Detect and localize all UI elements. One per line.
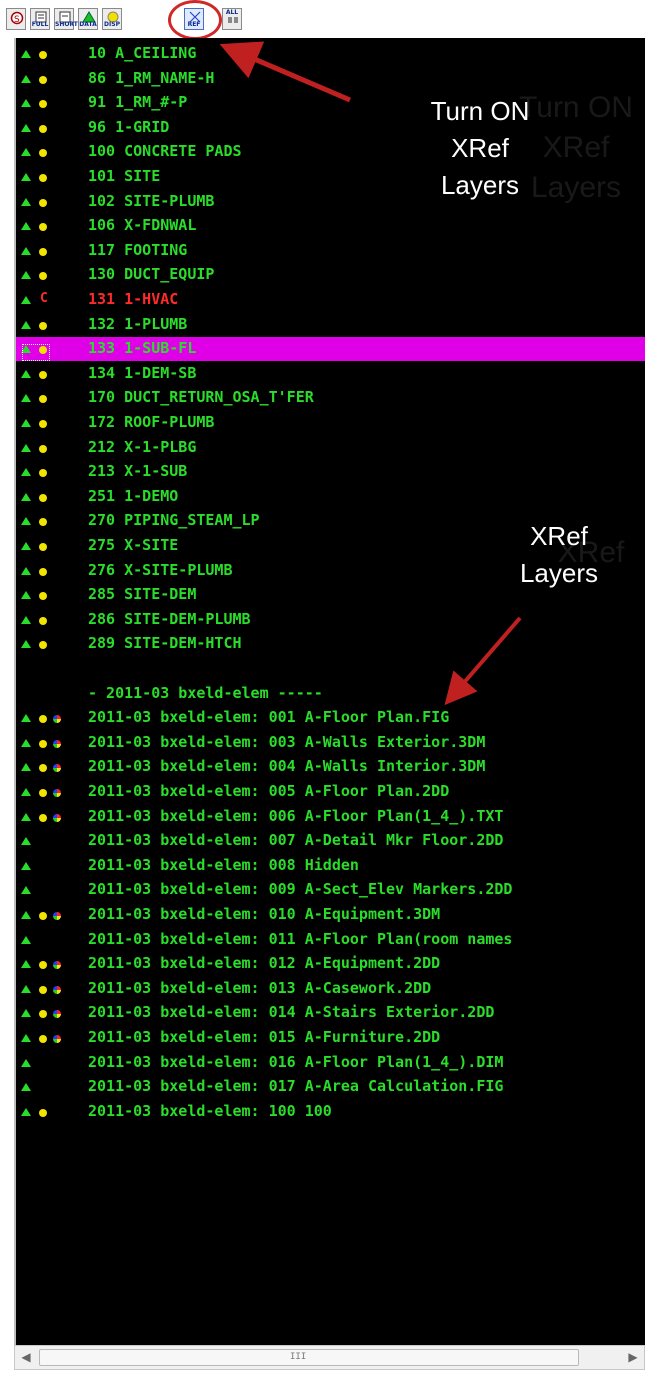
arrow-to-xref-button <box>219 41 351 103</box>
horizontal-scrollbar[interactable]: ◀ III ▶ <box>14 1345 645 1370</box>
scrollbar-thumb[interactable]: III <box>39 1349 579 1366</box>
annotation-arrows <box>219 41 522 706</box>
scroll-right-button[interactable]: ▶ <box>622 1346 644 1369</box>
scrollbar-grip-icon: III <box>290 1352 307 1362</box>
arrow-to-xref-layers <box>444 616 522 706</box>
bottom-strip <box>0 1370 645 1382</box>
scroll-left-button[interactable]: ◀ <box>15 1346 37 1369</box>
